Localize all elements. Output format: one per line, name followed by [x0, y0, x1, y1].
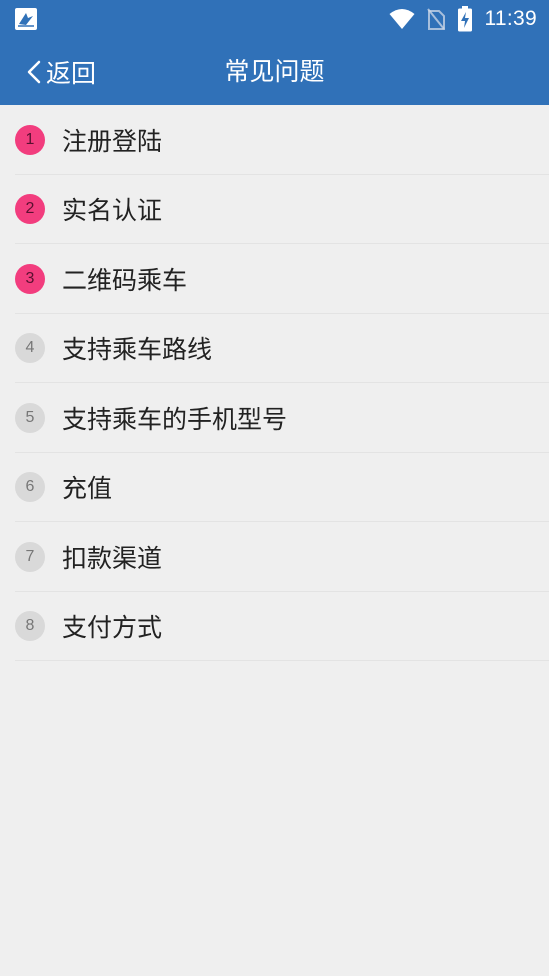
faq-item-8[interactable]: 8 支付方式 [0, 592, 549, 662]
faq-item-label: 注册登陆 [62, 126, 163, 156]
faq-item-6[interactable]: 6 充值 [0, 453, 549, 523]
faq-item-1[interactable]: 1 注册登陆 [0, 105, 549, 175]
faq-item-label: 二维码乘车 [62, 265, 188, 295]
faq-number-badge: 1 [15, 124, 45, 155]
no-sim-icon [426, 8, 445, 30]
faq-item-3[interactable]: 3 二维码乘车 [0, 244, 549, 314]
status-time: 11:39 [484, 7, 537, 30]
faq-item-7[interactable]: 7 扣款渠道 [0, 522, 549, 592]
faq-item-label: 支持乘车路线 [62, 335, 213, 365]
faq-number-badge: 8 [15, 611, 45, 642]
faq-item-label: 充值 [62, 474, 113, 504]
wifi-icon [389, 9, 414, 29]
faq-number-badge: 5 [15, 402, 45, 433]
faq-number-badge: 4 [15, 333, 45, 364]
faq-number-badge: 6 [15, 472, 45, 503]
chevron-left-icon [27, 60, 41, 83]
back-label: 返回 [46, 58, 97, 88]
faq-item-label: 支付方式 [62, 613, 163, 643]
faq-item-5[interactable]: 5 支持乘车的手机型号 [0, 383, 549, 453]
back-button[interactable]: 返回 [26, 38, 96, 105]
title-bar: 常见问题 返回 [0, 38, 549, 105]
faq-number-badge: 3 [15, 263, 45, 294]
battery-charging-icon [457, 6, 472, 32]
faq-item-2[interactable]: 2 实名认证 [0, 175, 549, 245]
faq-item-label: 实名认证 [62, 196, 163, 226]
faq-item-label: 扣款渠道 [62, 543, 163, 573]
faq-number-badge: 2 [15, 194, 45, 225]
app-logo-icon [15, 8, 37, 30]
faq-list: 1 注册登陆 2 实名认证 3 二维码乘车 4 支持乘车路线 5 支持乘车的手机… [0, 105, 549, 661]
faq-item-4[interactable]: 4 支持乘车路线 [0, 314, 549, 384]
status-bar: 11:39 [0, 0, 549, 38]
status-icons: 11:39 [389, 0, 538, 38]
faq-item-label: 支持乘车的手机型号 [62, 404, 288, 434]
faq-number-badge: 7 [15, 541, 45, 572]
